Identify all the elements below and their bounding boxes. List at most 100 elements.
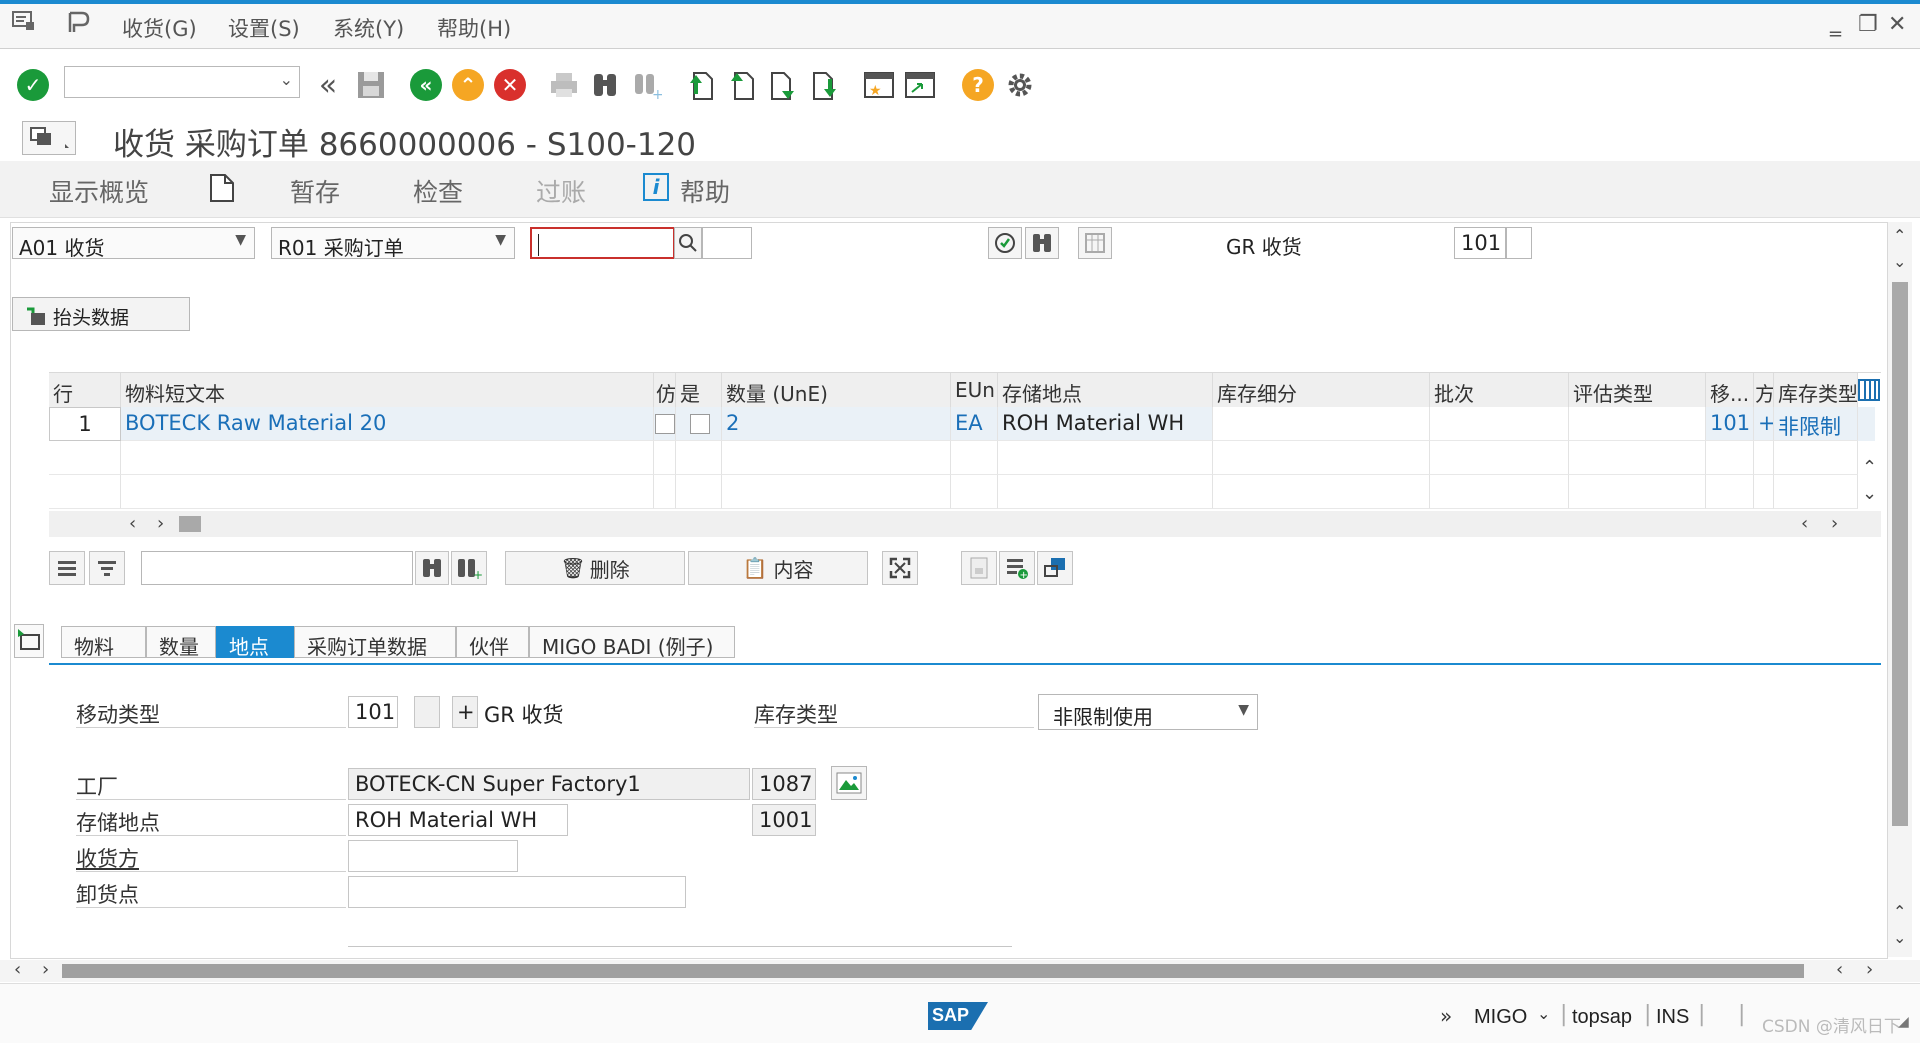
table-hscroll-thumb[interactable] <box>179 516 201 532</box>
col-header-material-text[interactable]: 物料短文本 <box>121 373 654 407</box>
scroll-right-icon[interactable]: › <box>1866 959 1873 980</box>
table-cell-flag2[interactable] <box>676 407 722 441</box>
horizontal-scroll-thumb[interactable] <box>62 964 1804 978</box>
table-cell-valuation-type[interactable] <box>1569 407 1706 441</box>
new-document-icon[interactable] <box>209 173 235 207</box>
scroll-down-icon[interactable]: ⌄ <box>1893 252 1906 271</box>
menu-toggle-icon[interactable] <box>22 121 76 155</box>
find-next-icon[interactable]: + <box>451 551 487 585</box>
scroll-up-icon[interactable]: ⌃ <box>1862 457 1877 478</box>
col-header-line[interactable]: 行 <box>49 373 121 407</box>
menu-icon[interactable] <box>12 10 36 32</box>
back-double-icon[interactable]: « <box>311 68 345 103</box>
table-cell-flag1[interactable] <box>654 407 676 441</box>
col-header-batch[interactable]: 批次 <box>1430 373 1569 407</box>
table-cell-sign[interactable]: + <box>1754 407 1774 441</box>
scroll-right-icon[interactable]: › <box>157 513 164 534</box>
scroll-right-icon[interactable]: › <box>1831 513 1838 534</box>
find-icon[interactable] <box>1025 227 1059 259</box>
tab-location[interactable]: 地点 <box>216 626 294 659</box>
post-button[interactable]: 过账 <box>536 173 586 209</box>
close-window-icon[interactable]: ✕ <box>1888 12 1906 37</box>
movement-type-indicator[interactable] <box>1506 227 1532 259</box>
collapse-detail-icon[interactable] <box>14 624 44 658</box>
expand-status-icon[interactable]: » <box>1440 1004 1452 1028</box>
last-page-icon[interactable] <box>808 68 842 102</box>
table-cell-stock-segment[interactable] <box>1213 407 1430 441</box>
enter-icon[interactable]: ✓ <box>16 68 50 102</box>
delete-button[interactable]: 🗑 删除 <box>505 551 685 585</box>
horizontal-scrollbar[interactable]: ‹ › ‹ › <box>0 959 1920 982</box>
table-cell-batch[interactable] <box>1430 407 1569 441</box>
next-page-icon[interactable] <box>766 68 800 102</box>
select-all-icon[interactable] <box>49 551 85 585</box>
table-cell-movement-type[interactable]: 101 <box>1706 407 1754 441</box>
scroll-left-icon[interactable]: ‹ <box>1836 959 1843 980</box>
action-select[interactable]: A01 收货 ▼ <box>12 227 255 260</box>
document-icon[interactable] <box>961 551 997 585</box>
storage-location-name-field[interactable]: ROH Material WH <box>348 804 568 836</box>
content-button[interactable]: 📋 内容 <box>688 551 868 585</box>
table-cell-unit[interactable]: EA <box>951 407 998 441</box>
table-settings-icon[interactable] <box>1078 227 1112 259</box>
vertical-scrollbar[interactable]: ⌃ ⌄ ⌃ ⌄ <box>1888 222 1912 957</box>
col-header-sign[interactable]: ‌方 <box>1754 373 1774 407</box>
scroll-left-icon[interactable]: ‹ <box>129 513 136 534</box>
shortcut-icon[interactable] <box>903 68 937 102</box>
goods-recipient-field-label[interactable]: 收货方 <box>76 840 346 872</box>
find-icon[interactable] <box>588 68 622 102</box>
scroll-up-icon[interactable]: ⌃ <box>1893 226 1906 245</box>
table-row-line-number[interactable]: 1 <box>49 407 121 441</box>
find-icon[interactable] <box>415 551 449 585</box>
find-next-icon[interactable]: + <box>630 68 664 102</box>
scroll-left-icon[interactable]: ‹ <box>1801 513 1808 534</box>
create-session-icon[interactable]: ★ <box>862 68 896 102</box>
checkbox[interactable] <box>690 414 710 434</box>
header-data-button[interactable]: 抬头数据 <box>12 297 190 331</box>
plant-image-icon[interactable] <box>831 766 867 800</box>
col-header-valuation-type[interactable]: 评估类型 <box>1569 373 1706 407</box>
print-icon[interactable] <box>547 68 581 102</box>
resize-grip-icon[interactable]: ◢ <box>1898 1014 1909 1030</box>
show-overview-button[interactable]: 显示概览 <box>49 173 149 209</box>
table-cell-material[interactable]: BOTECK Raw Material 20 <box>121 407 654 441</box>
table-hscroll[interactable] <box>49 511 1881 537</box>
menu-help[interactable]: 帮助(H) <box>437 13 511 43</box>
execute-icon[interactable] <box>988 227 1022 259</box>
scroll-down-icon[interactable]: ⌄ <box>1893 928 1906 947</box>
stock-type-select[interactable]: 非限制使用 ▼ <box>1038 694 1258 730</box>
sap-p-icon[interactable] <box>66 10 92 34</box>
settings-icon[interactable] <box>1003 68 1037 102</box>
col-header-flag2[interactable]: 是 <box>676 373 722 407</box>
menu-system[interactable]: 系统(Y) <box>333 13 404 43</box>
transfer-icon[interactable] <box>1037 551 1073 585</box>
tab-partner[interactable]: 伙伴 <box>456 626 529 659</box>
unloading-point-field[interactable] <box>348 876 686 908</box>
add-row-icon[interactable]: + <box>999 551 1035 585</box>
movement-type-field[interactable]: 101 <box>348 696 398 728</box>
search-help-icon[interactable] <box>674 227 702 259</box>
help-button[interactable]: 帮助 <box>680 173 730 209</box>
table-search-input[interactable] <box>141 551 413 585</box>
col-header-unit[interactable]: EUn <box>951 373 998 407</box>
tab-migo-badi[interactable]: MIGO BADI (例子) <box>529 626 735 659</box>
chevron-down-icon[interactable]: ⌄ <box>1537 1004 1550 1023</box>
minimize-icon[interactable]: ‗ <box>1830 12 1841 37</box>
scroll-left-icon[interactable]: ‹ <box>14 959 21 980</box>
menu-goods-receipt[interactable]: 收货(G) <box>122 13 197 43</box>
movement-type-input[interactable]: 101 <box>1454 227 1506 259</box>
col-header-quantity[interactable]: 数量 (UnE) <box>722 373 951 407</box>
table-cell-stock-type[interactable]: 非限制 <box>1774 407 1858 441</box>
restore-icon[interactable]: ❐ <box>1858 12 1878 37</box>
chevron-down-icon[interactable]: ⌄ <box>280 70 293 89</box>
column-settings-icon[interactable] <box>1858 379 1880 405</box>
cancel-icon[interactable]: ✕ <box>493 68 527 102</box>
tab-quantity[interactable]: 数量 <box>146 626 216 659</box>
help-icon[interactable]: ? <box>961 68 995 102</box>
back-icon[interactable]: « <box>409 68 443 102</box>
item-number-input[interactable] <box>702 227 752 259</box>
save-icon[interactable] <box>354 68 388 102</box>
info-icon[interactable]: i <box>643 173 669 201</box>
check-button[interactable]: 检查 <box>413 173 463 209</box>
col-header-stock-segment[interactable]: 库存细分 <box>1213 373 1430 407</box>
